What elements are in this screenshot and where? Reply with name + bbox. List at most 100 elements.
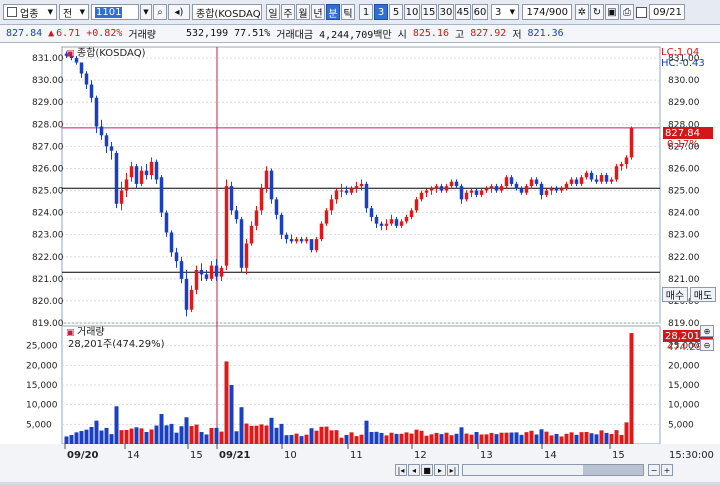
candle-body <box>569 179 574 184</box>
scrollbar[interactable] <box>462 464 644 476</box>
code-input[interactable]: 1101 <box>91 4 139 20</box>
tab-period[interactable]: 일 <box>266 4 280 20</box>
volume-bar <box>184 417 189 444</box>
volume-bar <box>359 434 364 444</box>
scroll-first-button[interactable]: |◂ <box>395 464 407 476</box>
candle-body <box>299 239 304 242</box>
candle-body <box>589 172 594 180</box>
volume-bar <box>229 385 234 444</box>
code-dropdown-button[interactable]: ▼ <box>140 4 152 20</box>
volume-bar <box>474 432 479 444</box>
volume-bar <box>209 428 214 444</box>
candle-body <box>354 186 359 189</box>
volume-bar <box>224 361 229 444</box>
volume-tick-label: 10,000 <box>26 401 58 411</box>
scrollbar-thumb[interactable] <box>583 465 643 475</box>
scroll-next-button[interactable]: ▸ <box>434 464 446 476</box>
x-tick-label: 10 <box>284 450 297 461</box>
chart-svg[interactable]: 831.00 831.00830.00 830.00829.00 829.00828.… <box>0 43 720 482</box>
interval-button[interactable]: 45 <box>455 4 471 20</box>
candle-body <box>499 186 504 191</box>
volume-bar <box>609 433 614 444</box>
scroll-prev-button[interactable]: ◂ <box>408 464 420 476</box>
current-volume-badge-text: 28,201 <box>665 331 700 342</box>
chart-area[interactable]: 831.00 831.00 830.00 830.00 829.00 829.00 828.… <box>0 43 720 482</box>
candle-body <box>609 179 614 182</box>
refresh-icon: ↻ <box>592 6 602 18</box>
tab-period[interactable]: 월 <box>296 4 310 20</box>
sound-button[interactable]: ◂) <box>168 4 190 20</box>
print-icon: ⎙ <box>623 6 631 18</box>
date-checkbox[interactable] <box>636 6 647 18</box>
interval-select[interactable]: 3 ▼ <box>491 4 519 20</box>
volume-bar <box>179 426 184 444</box>
candle-body <box>389 219 394 224</box>
candle-body <box>364 183 369 209</box>
volume-bar <box>479 434 484 444</box>
candle-body <box>394 219 399 226</box>
candle-body <box>129 166 134 178</box>
current-price-pct: 0.17% <box>667 139 699 150</box>
candle-body <box>449 181 454 187</box>
interval-button[interactable]: 30 <box>438 4 454 20</box>
tab-label: 년 <box>313 8 323 20</box>
tab-period[interactable]: 주 <box>281 4 295 20</box>
interval-button[interactable]: 3 <box>374 4 388 20</box>
candle-body <box>329 199 334 211</box>
tab-period[interactable]: 틱 <box>341 4 355 20</box>
scroll-last-button[interactable]: ▸| <box>447 464 459 476</box>
collapse-icon[interactable]: ▣ <box>66 328 75 338</box>
candle-body <box>384 223 389 226</box>
tab-period[interactable]: 년 <box>311 4 325 20</box>
interval-button[interactable]: 60 <box>472 4 488 20</box>
volume-bar <box>189 426 194 444</box>
search-button[interactable]: ⌕ <box>153 4 167 20</box>
count-input[interactable]: 174/900 <box>522 4 572 20</box>
volume-bar <box>589 433 594 444</box>
settings-button[interactable]: ✲ <box>575 4 589 20</box>
interval-button[interactable]: 15 <box>421 4 437 20</box>
save-button[interactable]: ▣ <box>605 4 619 20</box>
volume-bar <box>624 422 629 444</box>
volume-bar <box>339 437 344 444</box>
x-tick-label: 11 <box>350 450 363 461</box>
volume-bar <box>429 434 434 444</box>
zoom-in-button[interactable]: ⊕ <box>700 325 714 337</box>
date-input[interactable]: 09/21 <box>649 4 685 20</box>
collapse-icon[interactable]: ▣ <box>66 49 75 59</box>
period-select[interactable]: 전 ▼ <box>59 4 89 20</box>
volume-ratio: 77.51% <box>234 28 271 39</box>
print-button[interactable]: ⎙ <box>620 4 634 20</box>
candle-body <box>214 265 219 277</box>
volume-bar <box>409 433 414 444</box>
zoom-out-button[interactable]: ⊖ <box>700 339 714 351</box>
candle-body <box>619 164 624 167</box>
candle-body <box>204 274 209 279</box>
sell-button[interactable]: 매도 <box>690 287 716 302</box>
volume-bar <box>279 423 284 444</box>
stop-button[interactable]: ■ <box>421 464 433 476</box>
tab-period[interactable]: 분 <box>326 4 340 20</box>
interval-button[interactable]: 5 <box>389 4 403 20</box>
candle-body <box>314 239 319 251</box>
refresh-button[interactable]: ↻ <box>590 4 604 20</box>
volume-bar <box>314 430 319 444</box>
interval-button[interactable]: 1 <box>359 4 373 20</box>
candle-body <box>424 190 429 193</box>
price-tick-label-right: 819.00 <box>668 319 700 329</box>
volume-bar <box>109 434 114 444</box>
zoom-out-button[interactable]: − <box>648 464 660 476</box>
interval-button[interactable]: 10 <box>404 4 420 20</box>
candle-body <box>584 172 589 178</box>
volume-bar <box>484 434 489 444</box>
volume-bar <box>444 432 449 444</box>
sector-select[interactable]: 업종 ▼ <box>3 4 57 20</box>
candle-body <box>324 210 329 224</box>
price-tick-label: 823.00 <box>32 231 64 241</box>
scroll-controls: |◂ ◂ ■ ▸ ▸| − + <box>394 463 673 477</box>
candle-body <box>439 186 444 191</box>
price-tick-label: 821.00 <box>32 275 64 285</box>
zoom-in-button[interactable]: + <box>661 464 673 476</box>
candle-body <box>159 177 164 213</box>
buy-button[interactable]: 매수 <box>662 287 688 302</box>
